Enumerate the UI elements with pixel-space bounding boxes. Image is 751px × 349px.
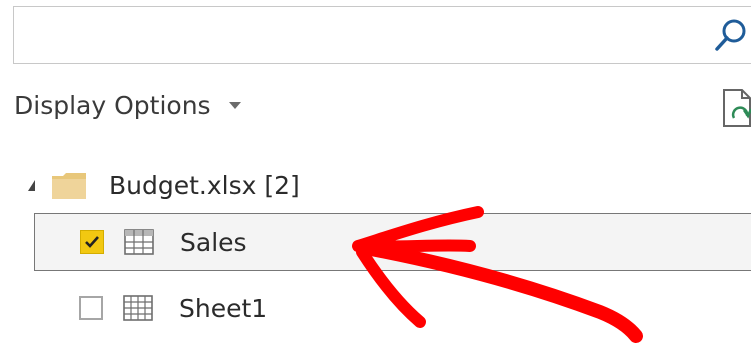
display-options-label: Display Options: [14, 90, 211, 120]
collapse-arrow-icon[interactable]: [28, 180, 35, 191]
checkmark-icon: [85, 236, 99, 248]
display-options-dropdown[interactable]: Display Options: [14, 88, 241, 122]
tree-folder-budget[interactable]: Budget.xlsx [2]: [28, 158, 300, 213]
search-input[interactable]: [24, 19, 708, 51]
list-item-sales[interactable]: Sales: [34, 213, 751, 271]
chevron-down-icon: [228, 101, 241, 109]
sales-checkbox[interactable]: [80, 230, 104, 254]
list-item-sheet1[interactable]: Sheet1: [34, 279, 751, 337]
sheet-icon: [123, 295, 153, 321]
sheet1-label: Sheet1: [179, 293, 268, 323]
search-icon[interactable]: [713, 18, 747, 54]
sales-label: Sales: [180, 227, 247, 257]
folder-label: Budget.xlsx [2]: [109, 171, 300, 200]
table-icon: [124, 229, 154, 255]
folder-icon: [52, 172, 86, 199]
sheet1-checkbox[interactable]: [79, 296, 103, 320]
search-box[interactable]: [13, 6, 751, 64]
navigator-pane: Display Options Budget.xlsx [2] Sales Sh…: [0, 0, 751, 349]
refresh-icon[interactable]: [722, 88, 751, 128]
